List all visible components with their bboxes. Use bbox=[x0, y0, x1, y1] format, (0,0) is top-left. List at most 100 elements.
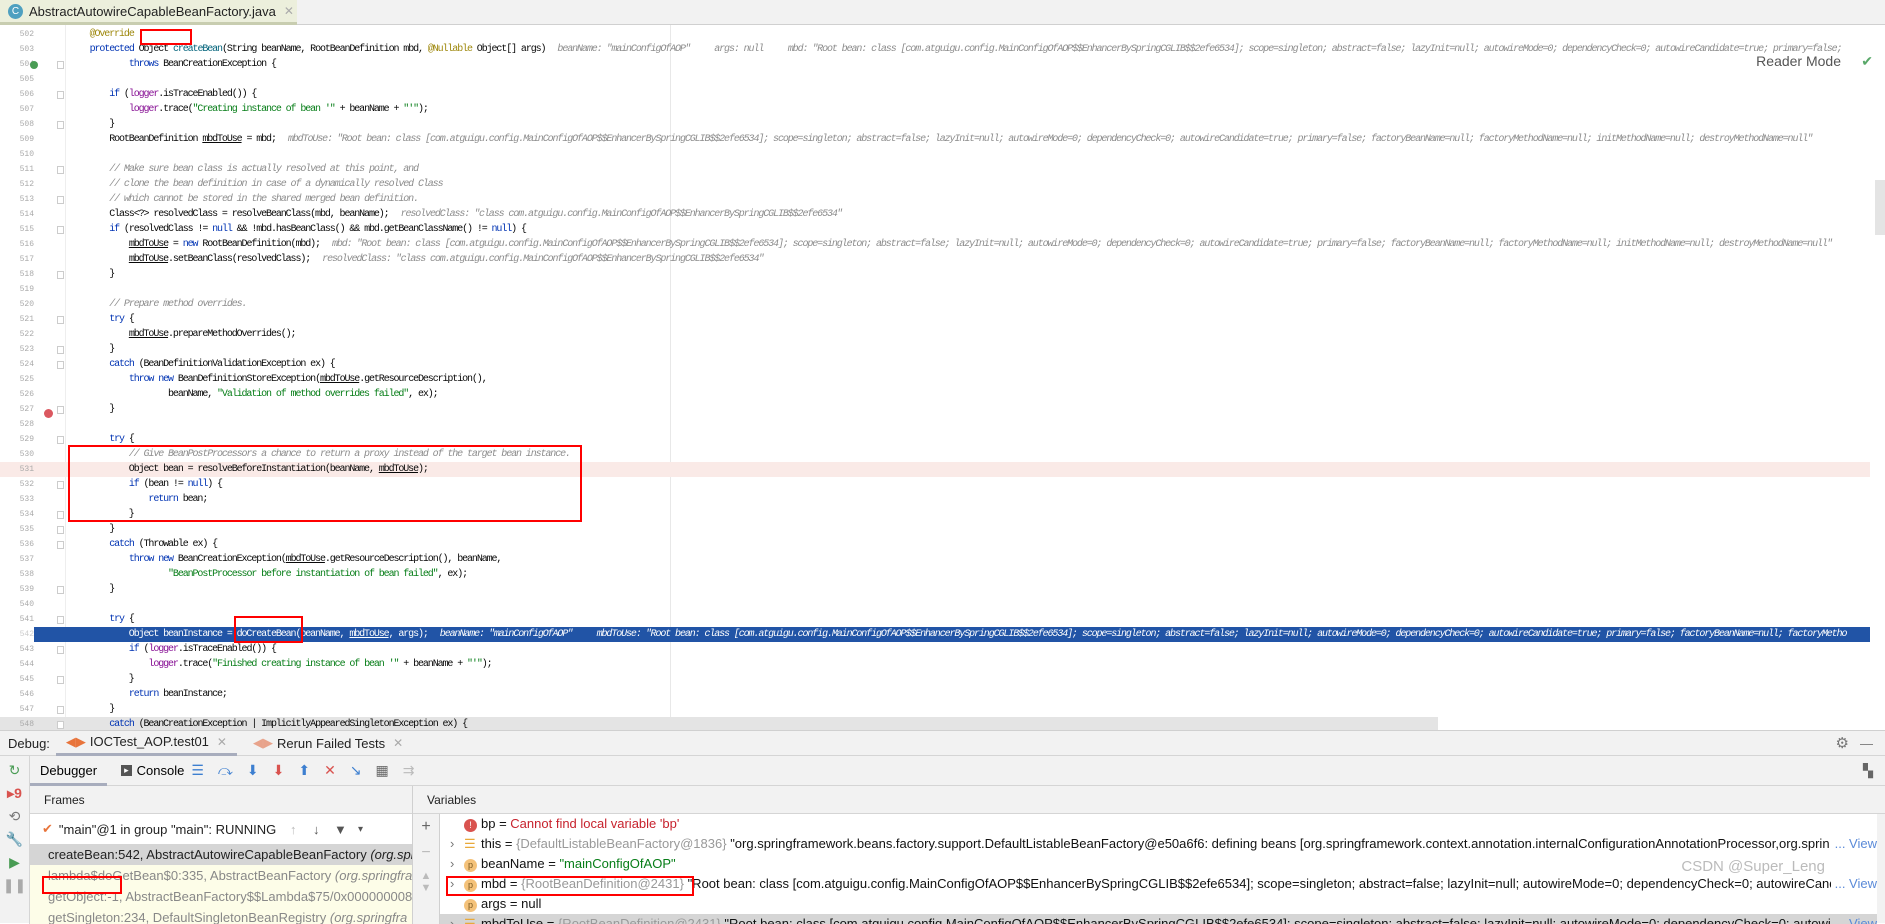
fold-marker-icon[interactable] bbox=[57, 676, 64, 684]
fold-marker-icon[interactable] bbox=[57, 346, 64, 354]
step-out-icon[interactable]: ⬆ bbox=[298, 762, 310, 779]
minimize-icon[interactable]: — bbox=[1860, 736, 1873, 751]
close-tab-icon[interactable]: ✕ bbox=[284, 4, 294, 18]
debug-tab-ioctest[interactable]: ◀▶ IOCTest_AOP.test01 ✕ bbox=[55, 731, 237, 756]
code-line-509[interactable]: 509 RootBeanDefinition mbdToUse = mbd; mb… bbox=[0, 132, 1870, 147]
settings-gear-icon[interactable]: ⚙ bbox=[1836, 734, 1849, 752]
code-line-548[interactable]: 548 catch (BeanCreationException | Impli… bbox=[0, 717, 1870, 730]
line-number[interactable]: 540 bbox=[0, 597, 34, 612]
code-line-523[interactable]: 523 } bbox=[0, 342, 1870, 357]
show-execution-point-icon[interactable]: ☰ bbox=[191, 762, 204, 779]
code-line-524[interactable]: 524 catch (BeanDefinitionValidationExcep… bbox=[0, 357, 1870, 372]
line-number[interactable]: 511 bbox=[0, 162, 34, 177]
line-number[interactable]: 545 bbox=[0, 672, 34, 687]
layout-options-icon[interactable]: ▚ bbox=[1863, 763, 1873, 779]
line-number[interactable]: 527 bbox=[0, 402, 34, 417]
code-line-506[interactable]: 506 if (logger.isTraceEnabled()) { bbox=[0, 87, 1870, 102]
fold-marker-icon[interactable] bbox=[57, 511, 64, 519]
line-number[interactable]: 547 bbox=[0, 702, 34, 717]
code-line-518[interactable]: 518 } bbox=[0, 267, 1870, 282]
code-line-545[interactable]: 545 } bbox=[0, 672, 1870, 687]
fold-marker-icon[interactable] bbox=[57, 271, 64, 279]
move-down-icon[interactable]: ▼ bbox=[413, 882, 439, 894]
line-number[interactable]: 528 bbox=[0, 417, 34, 432]
code-line-521[interactable]: 521 try { bbox=[0, 312, 1870, 327]
pause-icon[interactable]: ❚❚ bbox=[3, 877, 26, 894]
code-line-539[interactable]: 539 } bbox=[0, 582, 1870, 597]
code-line-508[interactable]: 508 } bbox=[0, 117, 1870, 132]
code-line-547[interactable]: 547 } bbox=[0, 702, 1870, 717]
view-link[interactable]: ... View bbox=[1830, 834, 1877, 854]
code-editor[interactable]: 502 @Override 503 protected Object create… bbox=[0, 25, 1885, 730]
code-line-527[interactable]: 527 } bbox=[0, 402, 1870, 417]
code-line-515[interactable]: 515 if (resolvedClass != null && !mbd.ha… bbox=[0, 222, 1870, 237]
fold-marker-icon[interactable] bbox=[57, 526, 64, 534]
fold-marker-icon[interactable] bbox=[57, 616, 64, 624]
debugger-subtab[interactable]: Debugger bbox=[30, 756, 108, 786]
code-line-522[interactable]: 522 mbdToUse.prepareMethodOverrides(); bbox=[0, 327, 1870, 342]
line-number[interactable]: 536 bbox=[0, 537, 34, 552]
fold-marker-icon[interactable] bbox=[57, 541, 64, 549]
file-tab[interactable]: C AbstractAutowireCapableBeanFactory.jav… bbox=[0, 0, 297, 25]
line-number[interactable]: 515 bbox=[0, 222, 34, 237]
line-number[interactable]: 514 bbox=[0, 207, 34, 222]
line-number[interactable]: 507 bbox=[0, 102, 34, 117]
move-up-icon[interactable]: ▲ bbox=[413, 870, 439, 882]
code-line-502[interactable]: 502 @Override bbox=[0, 27, 1870, 42]
code-line-543[interactable]: 543 if (logger.isTraceEnabled()) { bbox=[0, 642, 1870, 657]
variable-args[interactable]: p args = null bbox=[440, 894, 1877, 914]
next-frame-icon[interactable]: ↓ bbox=[313, 822, 320, 837]
line-number[interactable]: 503 bbox=[0, 42, 34, 57]
fold-marker-icon[interactable] bbox=[57, 586, 64, 594]
line-number[interactable]: 519 bbox=[0, 282, 34, 297]
line-number[interactable]: 523 bbox=[0, 342, 34, 357]
console-subtab[interactable]: Console bbox=[137, 763, 185, 778]
variable-this[interactable]: › ☰ this = {DefaultListableBeanFactory@183… bbox=[440, 834, 1877, 854]
line-number[interactable]: 513 bbox=[0, 192, 34, 207]
code-line-514[interactable]: 514 Class<?> resolvedClass = resolveBean… bbox=[0, 207, 1870, 222]
line-number[interactable]: 542 bbox=[0, 627, 34, 642]
code-line-544[interactable]: 544 logger.trace("Finished creating inst… bbox=[0, 657, 1870, 672]
line-number[interactable]: 512 bbox=[0, 177, 34, 192]
line-number[interactable]: 508 bbox=[0, 117, 34, 132]
code-line-536[interactable]: 536 catch (Throwable ex) { bbox=[0, 537, 1870, 552]
expand-chevron-icon[interactable]: › bbox=[450, 834, 464, 854]
fold-marker-icon[interactable] bbox=[57, 706, 64, 714]
line-number[interactable]: 524 bbox=[0, 357, 34, 372]
code-line-520[interactable]: 520 // Prepare method overrides. bbox=[0, 297, 1870, 312]
run-to-cursor-icon[interactable]: ↘ bbox=[350, 762, 362, 779]
code-line-526[interactable]: 526 beanName, "Validation of method over… bbox=[0, 387, 1870, 402]
fold-marker-icon[interactable] bbox=[57, 226, 64, 234]
line-number[interactable]: 504 bbox=[0, 57, 34, 72]
line-number[interactable]: 538 bbox=[0, 567, 34, 582]
line-number[interactable]: 516 bbox=[0, 237, 34, 252]
editor-scrollbar[interactable] bbox=[1875, 180, 1885, 235]
previous-frame-icon[interactable]: ↑ bbox=[290, 822, 297, 837]
fold-marker-icon[interactable] bbox=[57, 406, 64, 414]
thread-selector[interactable]: ✔ "main"@1 in group "main": RUNNING ↑ ↓ … bbox=[30, 814, 412, 844]
wrench-icon[interactable]: 🔧 bbox=[6, 831, 23, 848]
restore-layout-icon[interactable]: ⟲ bbox=[9, 808, 21, 825]
debug-tab-rerun[interactable]: ◀▶ Rerun Failed Tests ✕ bbox=[243, 731, 413, 756]
rerun-icon[interactable]: ↻ bbox=[9, 762, 21, 779]
frame-item[interactable]: createBean:542, AbstractAutowireCapableB… bbox=[30, 844, 412, 865]
inspection-ok-icon[interactable]: ✔ bbox=[1861, 53, 1873, 70]
code-line-516[interactable]: 516 mbdToUse = new RootBeanDefinition(mb… bbox=[0, 237, 1870, 252]
line-number[interactable]: 529 bbox=[0, 432, 34, 447]
reader-mode-button[interactable]: Reader Mode bbox=[1752, 53, 1845, 69]
code-line-504[interactable]: 504 throws BeanCreationException { bbox=[0, 57, 1870, 72]
fold-marker-icon[interactable] bbox=[57, 481, 64, 489]
fold-marker-icon[interactable] bbox=[57, 361, 64, 369]
fold-marker-icon[interactable] bbox=[57, 61, 64, 69]
line-number[interactable]: 502 bbox=[0, 27, 34, 42]
override-icon[interactable] bbox=[30, 61, 38, 69]
line-number[interactable]: 541 bbox=[0, 612, 34, 627]
code-line-517[interactable]: 517 mbdToUse.setBeanClass(resolvedClass)… bbox=[0, 252, 1870, 267]
fold-marker-icon[interactable] bbox=[57, 91, 64, 99]
fold-marker-icon[interactable] bbox=[57, 166, 64, 174]
line-number[interactable]: 533 bbox=[0, 492, 34, 507]
close-tab-icon[interactable]: ✕ bbox=[217, 735, 227, 749]
line-number[interactable]: 522 bbox=[0, 327, 34, 342]
line-number[interactable]: 505 bbox=[0, 72, 34, 87]
view-link[interactable]: ... View bbox=[1830, 874, 1877, 894]
